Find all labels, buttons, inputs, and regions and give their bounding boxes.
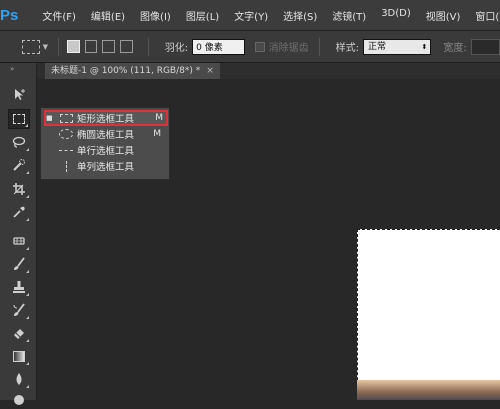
width-label: 宽度: — [443, 43, 467, 54]
subtract-from-selection-button[interactable] — [102, 40, 116, 53]
flyout-item-label: 矩形选框工具 — [77, 114, 135, 125]
antialias-checkbox[interactable] — [254, 41, 265, 52]
divider — [147, 37, 149, 56]
close-icon[interactable]: × — [206, 63, 214, 79]
menu-view[interactable]: 视图(V) — [418, 8, 468, 23]
new-selection-button[interactable] — [66, 40, 80, 53]
move-tool-icon[interactable] — [8, 85, 30, 105]
eyedropper-tool-icon[interactable] — [8, 202, 30, 222]
style-select[interactable]: 正常 ⬍ — [363, 38, 432, 55]
tool-preset-picker-icon[interactable] — [22, 39, 40, 54]
single-row-marquee-icon — [59, 145, 73, 155]
menu-layer[interactable]: 图层(L) — [178, 8, 226, 23]
divider — [318, 37, 320, 56]
single-column-marquee-icon — [59, 160, 73, 172]
tools-panel: » — [0, 63, 37, 405]
history-brush-tool-icon[interactable] — [8, 300, 30, 320]
dodge-tool-icon[interactable] — [8, 389, 30, 409]
document-tab[interactable]: 未标题-1 @ 100% (111, RGB/8*) * × — [45, 63, 220, 79]
blur-tool-icon[interactable] — [8, 369, 30, 389]
style-label: 样式: — [335, 43, 360, 54]
photoshop-logo: Ps — [0, 6, 19, 24]
crop-tool-icon[interactable] — [8, 179, 30, 199]
menu-image[interactable]: 图像(I) — [132, 8, 178, 23]
lasso-tool-icon[interactable] — [8, 132, 30, 152]
document-tab-title: 未标题-1 @ 100% (111, RGB/8*) * — [51, 66, 201, 76]
feather-label: 羽化: — [164, 43, 189, 54]
menu-filter[interactable]: 滤镜(T) — [324, 8, 373, 23]
marching-ants-selection — [357, 229, 500, 400]
menu-3d[interactable]: 3D(D) — [373, 8, 418, 23]
menu-edit[interactable]: 编辑(E) — [83, 8, 132, 23]
rectangular-marquee-icon — [59, 113, 73, 123]
brush-tool-icon[interactable] — [8, 254, 30, 274]
document-tab-bar: 未标题-1 @ 100% (111, RGB/8*) * × — [37, 63, 500, 79]
updown-arrow-icon: ⬍ — [421, 42, 428, 51]
canvas-image-content — [357, 380, 500, 400]
menu-type[interactable]: 文字(Y) — [226, 8, 275, 23]
flyout-item-elliptical-marquee[interactable]: 椭圆选框工具 M — [41, 126, 169, 142]
flyout-item-single-column-marquee[interactable]: 单列选框工具 — [41, 158, 169, 174]
quick-selection-tool-icon[interactable] — [8, 155, 30, 175]
flyout-item-shortcut: M — [155, 113, 163, 123]
menu-select[interactable]: 选择(S) — [275, 8, 324, 23]
flyout-item-single-row-marquee[interactable]: 单行选框工具 — [41, 142, 169, 158]
flyout-item-rectangular-marquee[interactable]: ■ 矩形选框工具 M — [44, 110, 168, 126]
eraser-tool-icon[interactable] — [8, 323, 30, 343]
elliptical-marquee-icon — [59, 129, 73, 139]
chevron-down-icon[interactable]: ▼ — [43, 43, 48, 51]
document-canvas[interactable] — [357, 229, 500, 400]
intersect-selection-button[interactable] — [120, 40, 133, 53]
style-select-value: 正常 — [368, 41, 387, 52]
selected-bullet-icon: ■ — [46, 114, 53, 122]
gradient-tool-icon[interactable] — [8, 346, 30, 366]
marquee-tools-flyout: ■ 矩形选框工具 M 椭圆选框工具 M 单行选框工具 单列选框工具 — [40, 107, 170, 180]
flyout-item-label: 椭圆选框工具 — [77, 130, 135, 141]
width-input[interactable] — [470, 38, 500, 55]
add-to-selection-button[interactable] — [84, 40, 98, 53]
antialias-label: 消除锯齿 — [268, 43, 309, 54]
spot-healing-tool-icon[interactable] — [8, 231, 30, 251]
flyout-item-shortcut: M — [153, 129, 161, 139]
options-bar: ▼ 羽化: 0 像素 消除锯齿 样式: 正常 ⬍ 宽度: — [0, 31, 500, 63]
clone-stamp-tool-icon[interactable] — [8, 277, 30, 297]
menu-window[interactable]: 窗口(W) — [467, 8, 500, 23]
panel-collapse-icon[interactable]: » — [10, 65, 14, 73]
feather-input[interactable]: 0 像素 — [192, 38, 245, 55]
menu-bar: Ps 文件(F) 编辑(E) 图像(I) 图层(L) 文字(Y) 选择(S) 滤… — [0, 0, 500, 31]
menu-file[interactable]: 文件(F) — [34, 8, 83, 23]
menu-items: 文件(F) 编辑(E) 图像(I) 图层(L) 文字(Y) 选择(S) 滤镜(T… — [34, 8, 500, 23]
flyout-item-label: 单行选框工具 — [77, 146, 135, 157]
flyout-item-label: 单列选框工具 — [77, 162, 135, 173]
rectangular-marquee-tool-icon[interactable] — [8, 109, 30, 129]
divider — [57, 37, 59, 56]
